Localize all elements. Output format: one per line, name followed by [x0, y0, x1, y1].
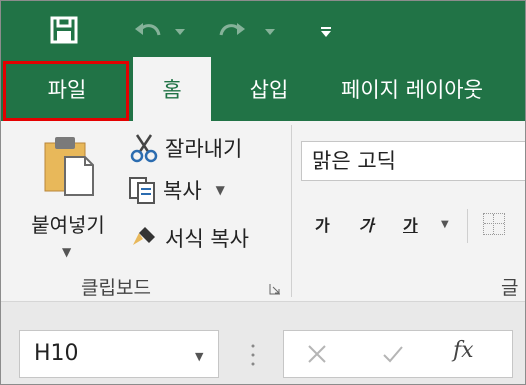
enter-icon[interactable] [379, 340, 407, 368]
copy-button[interactable]: 복사 ▼ [125, 173, 225, 207]
group-separator [291, 125, 292, 297]
scissors-icon [127, 131, 161, 165]
tab-page-layout[interactable]: 페이지 레이아웃 [331, 57, 525, 121]
clipboard-group-label: 클립보드 [81, 277, 151, 299]
copy-label: 복사 [163, 179, 202, 203]
tab-home[interactable]: 홈 [133, 57, 211, 121]
customize-toolbar-button[interactable] [317, 23, 335, 41]
chevron-down-icon[interactable]: ▼ [195, 350, 203, 363]
name-box[interactable]: H10 [19, 330, 219, 378]
redo-button[interactable] [215, 15, 249, 47]
quick-access-toolbar [1, 1, 525, 57]
chevron-down-icon [175, 29, 185, 35]
format-painter-icon [127, 221, 161, 255]
cut-button[interactable]: 잘라내기 [127, 131, 242, 165]
paste-label: 붙여넣기 [31, 213, 105, 237]
ribbon-home: 붙여넣기 ▼ 잘라내기 복사 ▼ 서식 복사 클립보드 맑은 고딕 가 가 가 … [1, 121, 525, 301]
borders-icon[interactable] [483, 213, 505, 235]
chevron-down-icon[interactable]: ▼ [62, 245, 71, 259]
cancel-icon[interactable] [303, 340, 331, 368]
insert-function-button[interactable]: fx [453, 338, 474, 363]
undo-button[interactable] [131, 15, 165, 47]
chevron-down-icon [265, 29, 275, 35]
format-painter-label: 서식 복사 [165, 227, 249, 251]
format-painter-button[interactable]: 서식 복사 [127, 221, 249, 255]
file-tab-highlight [3, 61, 129, 121]
redo-dropdown[interactable] [263, 25, 277, 39]
excel-window: 파일 홈 삽입 페이지 레이아웃 붙여넣기 ▼ 잘라내기 복사 ▼ 서식 복사 … [0, 0, 526, 385]
font-group-label: 글 [501, 277, 519, 299]
cut-label: 잘라내기 [165, 137, 243, 161]
customize-icon [321, 27, 331, 37]
formula-bar-area: H10 ▼ fx [1, 301, 525, 384]
chevron-down-icon[interactable]: ▼ [441, 209, 449, 239]
paste-button[interactable]: 붙여넣기 ▼ [19, 129, 117, 279]
bold-button[interactable]: 가 [315, 209, 330, 239]
separator [467, 209, 468, 243]
undo-dropdown[interactable] [173, 25, 187, 39]
paste-icon [44, 137, 94, 196]
italic-button[interactable]: 가 [359, 209, 374, 239]
chevron-down-icon[interactable]: ▼ [216, 183, 225, 197]
save-icon [50, 16, 78, 44]
save-button[interactable] [47, 13, 81, 47]
copy-icon [125, 173, 159, 207]
undo-icon [135, 23, 161, 36]
redo-icon [219, 23, 245, 36]
font-name-box[interactable]: 맑은 고딕 [301, 141, 525, 181]
resize-handle-icon[interactable] [251, 342, 255, 368]
tab-insert[interactable]: 삽입 [221, 57, 317, 121]
underline-button[interactable]: 가 [403, 209, 418, 239]
dialog-launcher-icon[interactable] [269, 283, 281, 295]
